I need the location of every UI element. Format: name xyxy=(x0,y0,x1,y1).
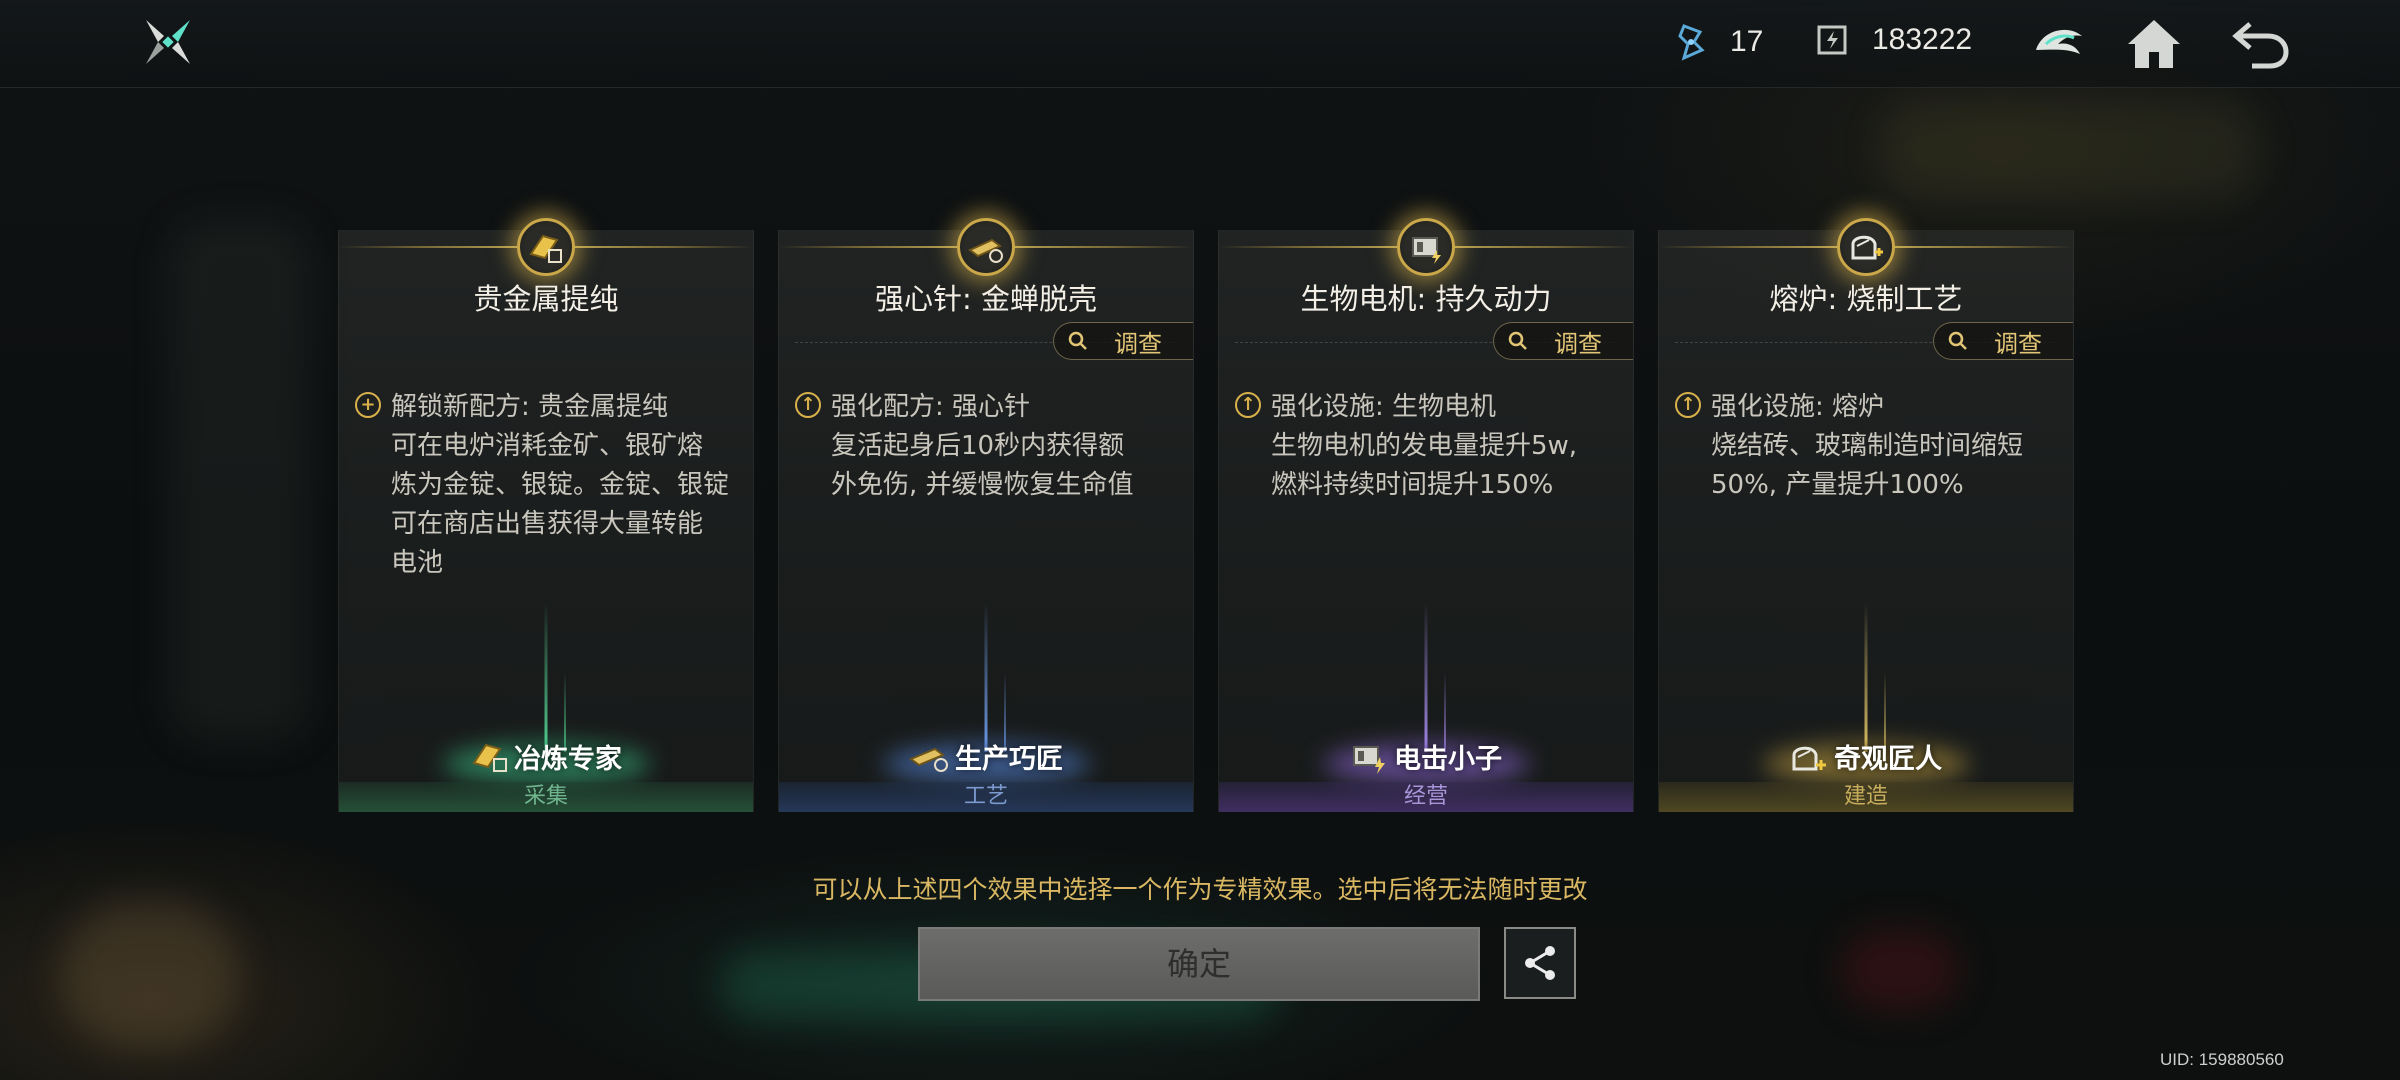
profile-emblem-icon[interactable] xyxy=(2028,14,2088,74)
role-label: 奇观匠人 xyxy=(1834,744,1942,775)
specialization-card-syringe[interactable]: 强心针: 金蝉脱壳 调查 ↑ 强化配方: 强心针 复活起身后10秒内获得额 外免… xyxy=(778,218,1194,812)
game-logo-icon[interactable] xyxy=(140,14,196,70)
light-beam xyxy=(984,602,988,752)
gold-ingot-icon xyxy=(517,218,575,276)
syringe-icon xyxy=(909,747,948,772)
energy-crystal-icon xyxy=(1678,24,1705,61)
generator-icon xyxy=(1353,745,1385,774)
home-icon[interactable] xyxy=(2124,14,2184,74)
light-beam xyxy=(544,602,548,752)
selection-notice: 可以从上述四个效果中选择一个作为专精效果。选中后将无法随时更改 xyxy=(812,875,1588,904)
category-label: 建造 xyxy=(1659,782,2073,812)
specialization-card-refining[interactable]: 贵金属提纯 + 解锁新配方: 贵金属提纯 可在电炉消耗金矿、银矿熔 炼为金锭、银… xyxy=(338,218,754,812)
effect-description: ↑ 强化设施: 生物电机 生物电机的发电量提升5w, 燃料持续时间提升150% xyxy=(1235,388,1617,505)
effect-description: ↑ 强化配方: 强心针 复活起身后10秒内获得额 外免伤, 并缓慢恢复生命值 xyxy=(795,388,1177,505)
specialization-card-furnace[interactable]: 熔炉: 烧制工艺 调查 ↑ 强化设施: 熔炉 烧结砖、玻璃制造时间缩短 50%,… xyxy=(1658,218,2074,812)
search-icon xyxy=(1068,331,1087,350)
top-bar: 17 183222 xyxy=(0,0,2400,88)
effect-line: 强化设施: 熔炉 xyxy=(1711,392,1885,422)
share-icon xyxy=(1525,946,1555,980)
light-beam xyxy=(1864,602,1868,752)
effect-line: 可在电炉消耗金矿、银矿熔 xyxy=(391,431,704,461)
effect-line: 燃料持续时间提升150% xyxy=(1271,470,1554,500)
effect-line: 强化配方: 强心针 xyxy=(831,392,1031,422)
effect-line: 解锁新配方: 贵金属提纯 xyxy=(391,392,669,422)
battery-currency: 183222 xyxy=(1814,22,1972,58)
search-icon xyxy=(1948,331,1967,350)
investigate-button[interactable]: 调查 xyxy=(1933,322,2073,360)
furnace-icon xyxy=(1792,746,1826,770)
effect-line: 复活起身后10秒内获得额 xyxy=(831,431,1125,461)
investigate-button[interactable]: 调查 xyxy=(1053,322,1193,360)
effect-line: 炼为金锭、银锭。金锭、银锭 xyxy=(391,470,730,500)
role-name: 奇观匠人 xyxy=(1659,737,2073,776)
effect-line: 50%, 产量提升100% xyxy=(1711,470,1964,500)
effect-line: 外免伤, 并缓慢恢复生命值 xyxy=(831,470,1134,500)
effect-description: + 解锁新配方: 贵金属提纯 可在电炉消耗金矿、银矿熔 炼为金锭、银锭。金锭、银… xyxy=(355,388,737,583)
syringe-icon xyxy=(957,218,1015,276)
effect-line: 可在商店出售获得大量转能 xyxy=(391,509,704,539)
search-icon xyxy=(1508,331,1527,350)
effect-line: 生物电机的发电量提升5w, xyxy=(1271,431,1578,461)
role-name: 电击小子 xyxy=(1219,737,1633,776)
furnace-icon xyxy=(1837,218,1895,276)
effect-line: 电池 xyxy=(391,548,444,578)
energy-currency: 17 xyxy=(1674,22,1763,62)
role-name: 生产巧匠 xyxy=(779,737,1193,776)
effect-line: 烧结砖、玻璃制造时间缩短 xyxy=(1711,431,2024,461)
investigate-button[interactable]: 调查 xyxy=(1493,322,1633,360)
confirm-button[interactable]: 确定 xyxy=(918,927,1480,1001)
user-id: UID: 159880560 xyxy=(2160,1050,2284,1069)
card-title: 贵金属提纯 xyxy=(473,282,619,316)
effect-line: 强化设施: 生物电机 xyxy=(1271,392,1497,422)
category-label: 采集 xyxy=(339,782,753,812)
up-arrow-circle-icon: ↑ xyxy=(795,392,821,418)
plus-circle-icon: + xyxy=(355,392,381,418)
specialization-card-generator[interactable]: 生物电机: 持久动力 调查 ↑ 强化设施: 生物电机 生物电机的发电量提升5w,… xyxy=(1218,218,1634,812)
gold-ingot-icon xyxy=(472,743,507,772)
card-title: 生物电机: 持久动力 xyxy=(1300,282,1552,316)
generator-icon xyxy=(1397,218,1455,276)
light-beam xyxy=(1424,602,1428,752)
battery-count: 183222 xyxy=(1872,23,1973,56)
role-label: 电击小子 xyxy=(1394,744,1502,775)
back-icon[interactable] xyxy=(2230,14,2290,74)
investigate-label: 调查 xyxy=(1554,329,1602,358)
battery-chip-icon xyxy=(1817,25,1847,55)
card-title: 强心针: 金蝉脱壳 xyxy=(875,282,1097,316)
background-blur xyxy=(60,900,240,1050)
up-arrow-circle-icon: ↑ xyxy=(1675,392,1701,418)
category-label: 工艺 xyxy=(779,782,1193,812)
investigate-label: 调查 xyxy=(1114,329,1162,358)
card-title: 熔炉: 烧制工艺 xyxy=(1769,282,1963,316)
up-arrow-circle-icon: ↑ xyxy=(1235,392,1261,418)
role-label: 生产巧匠 xyxy=(955,744,1063,775)
investigate-label: 调查 xyxy=(1994,329,2042,358)
share-button[interactable] xyxy=(1504,927,1576,999)
role-name: 冶炼专家 xyxy=(339,737,753,776)
background-blur xyxy=(1840,930,1960,1010)
role-label: 冶炼专家 xyxy=(514,744,622,775)
background-blur xyxy=(1880,100,2260,200)
background-blur xyxy=(170,220,310,740)
effect-description: ↑ 强化设施: 熔炉 烧结砖、玻璃制造时间缩短 50%, 产量提升100% xyxy=(1675,388,2057,505)
category-label: 经营 xyxy=(1219,782,1633,812)
energy-count: 17 xyxy=(1730,25,1764,58)
